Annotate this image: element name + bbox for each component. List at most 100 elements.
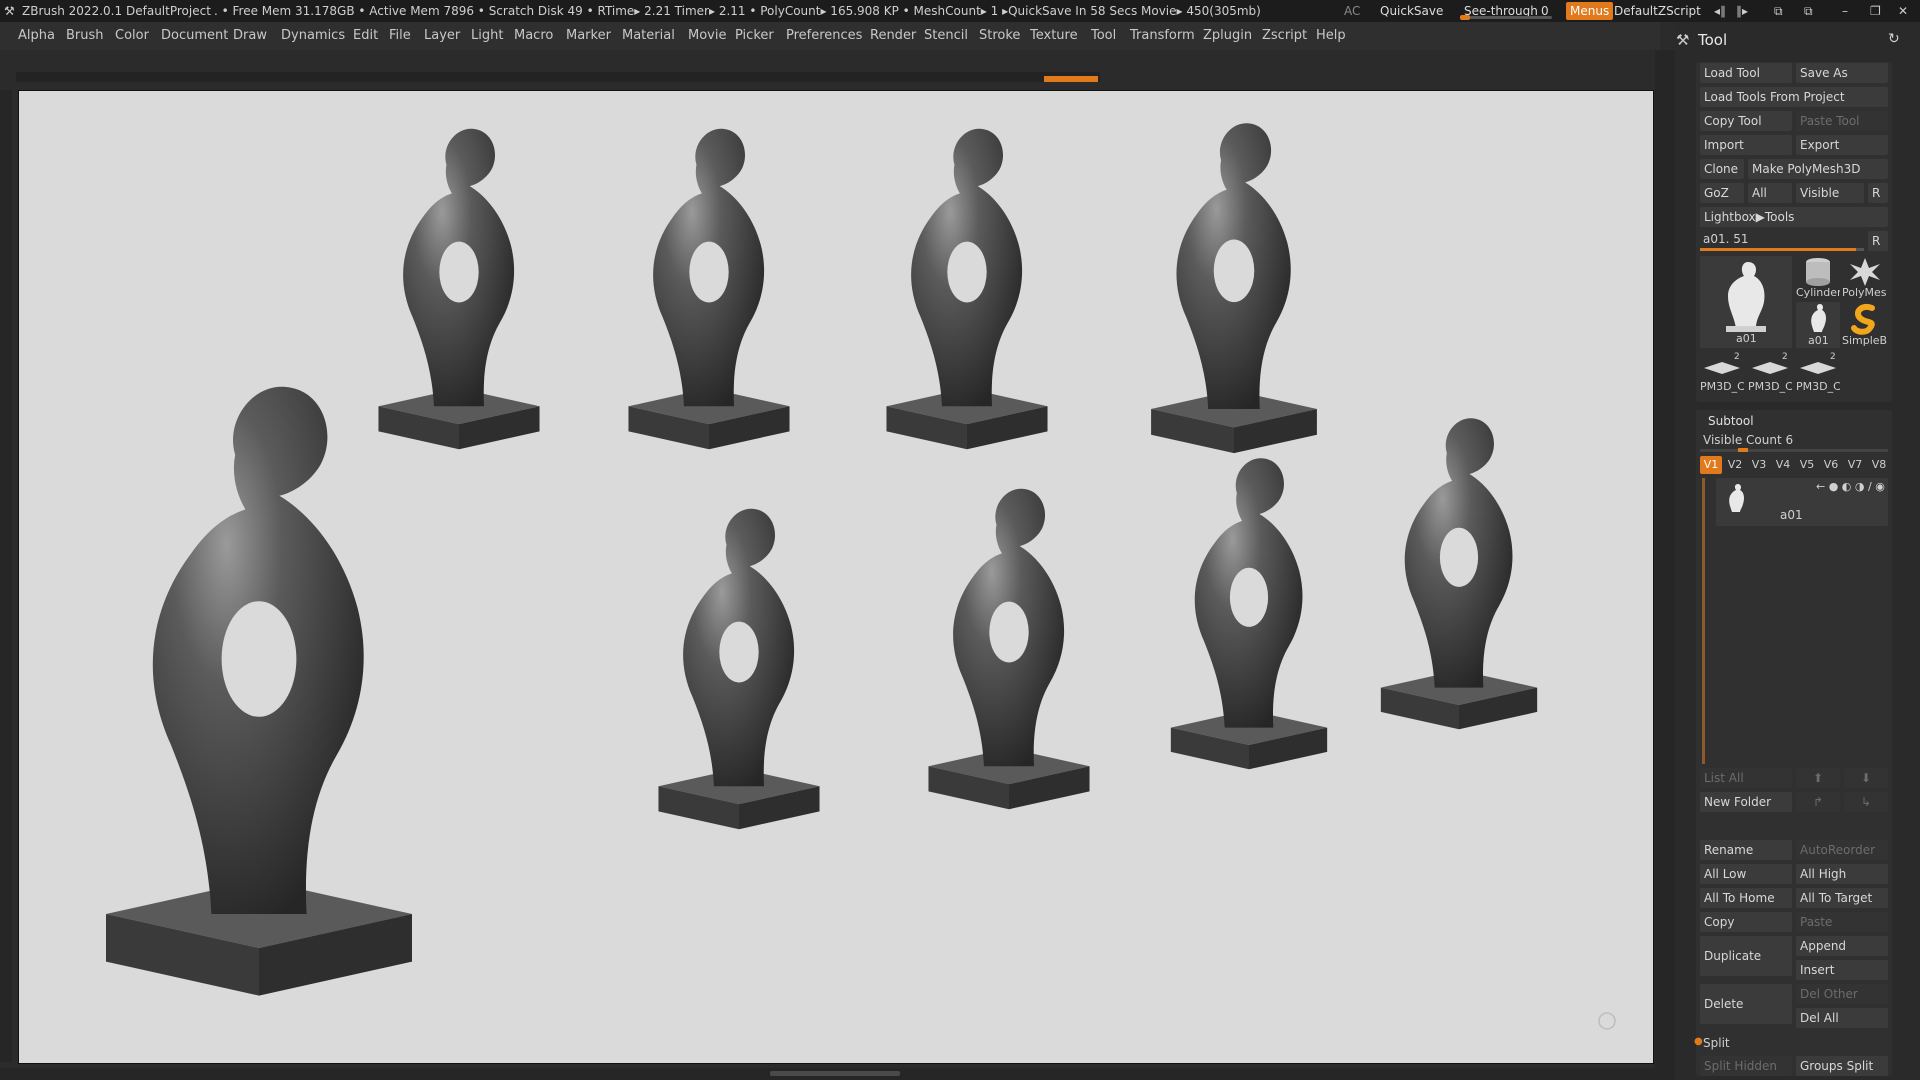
subtool-controls-icons[interactable]: ← ● ◐ ◑ ∕ ◉ (1816, 480, 1885, 493)
sculpt-bottom-2[interactable] (928, 488, 1090, 810)
sculpt-bottom-3[interactable] (1170, 458, 1328, 770)
move-up-icon[interactable]: ⬆ (1796, 768, 1840, 788)
insert-button[interactable]: Insert (1796, 960, 1888, 980)
all-to-target-button[interactable]: All To Target (1796, 888, 1888, 908)
menu-edit[interactable]: Edit (353, 22, 378, 50)
sculpt-bottom-1[interactable] (658, 508, 820, 830)
menu-movie[interactable]: Movie (688, 22, 726, 50)
ui-layout-alt-icon[interactable]: ⧉ (1804, 0, 1813, 22)
layout-next-icon[interactable]: ∥▸ (1736, 0, 1748, 22)
tool-slider-r-button[interactable]: R (1868, 231, 1888, 251)
save-as-button[interactable]: Save As (1796, 63, 1888, 83)
subtool-title[interactable]: Subtool (1708, 414, 1754, 428)
menu-material[interactable]: Material (622, 22, 675, 50)
tool-thumb-pm3d-3[interactable]: 2 PM3D_C (1796, 352, 1840, 396)
menu-layer[interactable]: Layer (424, 22, 460, 50)
all-low-button[interactable]: All Low (1700, 864, 1792, 884)
tool-panel-pin-icon[interactable]: ⚒ (1676, 31, 1689, 49)
document-scroll-marker[interactable] (1044, 76, 1098, 82)
version-tab-v4[interactable]: V4 (1772, 456, 1794, 474)
quicksave-button[interactable]: QuickSave (1380, 0, 1443, 22)
menu-color[interactable]: Color (115, 22, 149, 50)
del-all-button[interactable]: Del All (1796, 1008, 1888, 1028)
split-hidden-button[interactable]: Split Hidden (1700, 1056, 1792, 1076)
subtool-scrollbar[interactable] (1702, 478, 1705, 764)
clone-button[interactable]: Clone (1700, 159, 1744, 179)
subtool-item-a01[interactable]: ← ● ◐ ◑ ∕ ◉ a01 (1716, 478, 1888, 526)
version-tab-v6[interactable]: V6 (1820, 456, 1842, 474)
menu-zplugin[interactable]: Zplugin (1203, 22, 1252, 50)
version-tab-v7[interactable]: V7 (1844, 456, 1866, 474)
sculpt-top-1[interactable] (378, 128, 540, 450)
menu-preferences[interactable]: Preferences (786, 22, 862, 50)
append-button[interactable]: Append (1796, 936, 1888, 956)
menu-marker[interactable]: Marker (566, 22, 611, 50)
ac-button[interactable]: AC (1344, 0, 1360, 22)
sculpt-top-4[interactable] (1151, 123, 1317, 454)
tool-thumb-pm3d-2[interactable]: 2 PM3D_C (1748, 352, 1792, 396)
all-high-button[interactable]: All High (1796, 864, 1888, 884)
load-tool-button[interactable]: Load Tool (1700, 63, 1792, 83)
sculpt-bottom-4[interactable] (1380, 418, 1538, 730)
groups-split-button[interactable]: Groups Split (1796, 1056, 1888, 1076)
visible-count-knob[interactable] (1738, 448, 1748, 452)
visible-count-slider[interactable] (1700, 449, 1888, 452)
version-tab-v2[interactable]: V2 (1724, 456, 1746, 474)
seethrough-slider[interactable] (1460, 16, 1552, 19)
menu-draw[interactable]: Draw (233, 22, 267, 50)
restore-icon[interactable]: ❐ (1870, 0, 1881, 22)
ui-layout-icon[interactable]: ⧉ (1774, 0, 1783, 22)
menu-brush[interactable]: Brush (66, 22, 104, 50)
delete-button[interactable]: Delete (1700, 984, 1792, 1024)
lightbox-tools-button[interactable]: Lightbox▶Tools (1700, 207, 1888, 227)
paste-subtool-button[interactable]: Paste (1796, 912, 1888, 932)
duplicate-button[interactable]: Duplicate (1700, 936, 1792, 976)
export-button[interactable]: Export (1796, 135, 1888, 155)
goz-r-button[interactable]: R (1868, 183, 1888, 203)
tool-thumb-simpleb[interactable]: SimpleB (1842, 302, 1888, 348)
load-tools-from-project-button[interactable]: Load Tools From Project (1700, 87, 1888, 107)
seethrough-slider-knob[interactable] (1460, 15, 1470, 20)
menu-file[interactable]: File (389, 22, 411, 50)
panel-refresh-icon[interactable]: ↻ (1888, 31, 1900, 47)
rename-button[interactable]: Rename (1700, 840, 1792, 860)
bottom-tray-handle[interactable] (770, 1071, 900, 1076)
split-subpalette[interactable]: Split (1703, 1036, 1730, 1050)
project-name[interactable]: DefaultProject (126, 0, 211, 22)
version-tab-v3[interactable]: V3 (1748, 456, 1770, 474)
tool-thumb-cylinder[interactable]: Cylinder (1796, 256, 1840, 300)
menu-stroke[interactable]: Stroke (979, 22, 1020, 50)
goz-all-button[interactable]: All (1748, 183, 1792, 203)
import-button[interactable]: Import (1700, 135, 1792, 155)
move-down-icon[interactable]: ⬇ (1844, 768, 1888, 788)
document-canvas[interactable] (18, 90, 1654, 1064)
tool-thumb-polymesh[interactable]: PolyMes (1842, 256, 1888, 300)
version-tab-v8[interactable]: V8 (1868, 456, 1890, 474)
copy-tool-button[interactable]: Copy Tool (1700, 111, 1792, 131)
sculpt-top-3[interactable] (886, 128, 1048, 450)
menus-button[interactable]: Menus (1566, 2, 1614, 20)
copy-subtool-button[interactable]: Copy (1700, 912, 1792, 932)
tool-thumb-a01-small[interactable]: a01 (1796, 302, 1840, 348)
menu-picker[interactable]: Picker (735, 22, 774, 50)
new-folder-button[interactable]: New Folder (1700, 792, 1792, 812)
menu-transform[interactable]: Transform (1130, 22, 1195, 50)
close-icon[interactable]: ✕ (1898, 0, 1908, 22)
all-to-home-button[interactable]: All To Home (1700, 888, 1792, 908)
menu-macro[interactable]: Macro (514, 22, 553, 50)
menu-document[interactable]: Document (161, 22, 228, 50)
arrow-up-right-icon[interactable]: ↱ (1796, 792, 1840, 812)
del-other-button[interactable]: Del Other (1796, 984, 1888, 1004)
menu-dynamics[interactable]: Dynamics (281, 22, 345, 50)
menu-tool[interactable]: Tool (1091, 22, 1116, 50)
default-zscript-button[interactable]: DefaultZScript (1614, 0, 1701, 22)
autoreorder-button[interactable]: AutoReorder (1796, 840, 1888, 860)
menu-zscript[interactable]: Zscript (1262, 22, 1307, 50)
version-tab-v1[interactable]: V1 (1700, 456, 1722, 474)
goz-button[interactable]: GoZ (1700, 183, 1744, 203)
version-tab-v5[interactable]: V5 (1796, 456, 1818, 474)
sculpt-top-2[interactable] (628, 128, 790, 450)
layout-cycle-icon[interactable]: ◂∥ (1714, 0, 1726, 22)
tool-thumb-a01[interactable]: a01 (1700, 256, 1792, 348)
make-polymesh3d-button[interactable]: Make PolyMesh3D (1748, 159, 1888, 179)
